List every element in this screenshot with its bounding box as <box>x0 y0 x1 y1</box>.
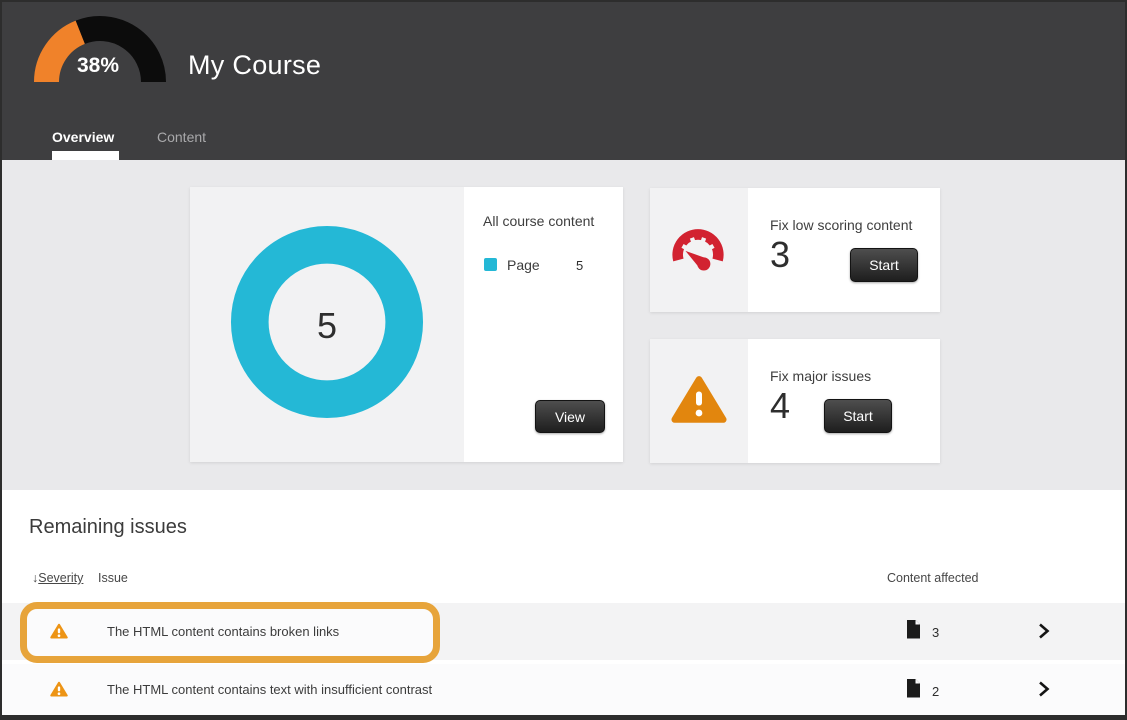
app-window: 38% My Course Overview Content 5 All cou… <box>0 0 1127 720</box>
warning-triangle-icon <box>50 623 68 639</box>
icon-pane <box>650 339 748 463</box>
major-issues-card: Fix major issues 4 Start <box>650 339 940 463</box>
view-button[interactable]: View <box>535 400 605 433</box>
column-header-severity[interactable]: ↓Severity <box>32 571 83 585</box>
issue-row-broken-links[interactable]: The HTML content contains broken links 3 <box>2 603 1127 660</box>
column-header-issue: Issue <box>98 571 128 585</box>
donut-total: 5 <box>190 305 464 347</box>
chevron-right-icon[interactable] <box>1038 681 1050 697</box>
start-low-scoring-button[interactable]: Start <box>850 248 918 282</box>
issue-row-insufficient-contrast[interactable]: The HTML content contains text with insu… <box>2 664 1127 715</box>
card-title: Fix major issues <box>770 368 871 384</box>
warning-triangle-icon <box>671 373 727 425</box>
issue-description: The HTML content contains text with insu… <box>107 682 432 697</box>
major-issues-count: 4 <box>770 385 790 427</box>
donut-chart-pane: 5 <box>190 187 464 462</box>
app-header: 38% My Course Overview Content <box>2 2 1125 160</box>
icon-pane <box>650 188 748 312</box>
content-affected-count: 3 <box>932 625 939 640</box>
tab-overview[interactable]: Overview <box>52 129 114 145</box>
speedometer-icon <box>669 221 727 273</box>
card-title: All course content <box>483 213 594 229</box>
tab-content[interactable]: Content <box>157 129 206 145</box>
page-icon <box>906 620 921 639</box>
course-content-card: 5 All course content Page 5 View <box>190 187 623 462</box>
content-affected-count: 2 <box>932 684 939 699</box>
chevron-right-icon[interactable] <box>1038 623 1050 639</box>
page-icon <box>906 679 921 698</box>
page-title: My Course <box>188 50 321 81</box>
issue-description: The HTML content contains broken links <box>107 624 339 639</box>
severity-label: Severity <box>38 571 83 585</box>
column-header-content-affected: Content affected <box>887 571 979 585</box>
legend-value-page: 5 <box>576 258 583 273</box>
low-scoring-card: Fix low scoring content 3 Start <box>650 188 940 312</box>
start-major-issues-button[interactable]: Start <box>824 399 892 433</box>
card-title: Fix low scoring content <box>770 217 912 233</box>
warning-triangle-icon <box>50 681 68 697</box>
active-tab-indicator <box>52 151 119 160</box>
section-title: Remaining issues <box>29 516 187 539</box>
low-scoring-count: 3 <box>770 234 790 276</box>
legend-swatch-page <box>484 258 497 271</box>
legend-label-page: Page <box>507 257 540 273</box>
score-percent: 38% <box>60 54 136 78</box>
